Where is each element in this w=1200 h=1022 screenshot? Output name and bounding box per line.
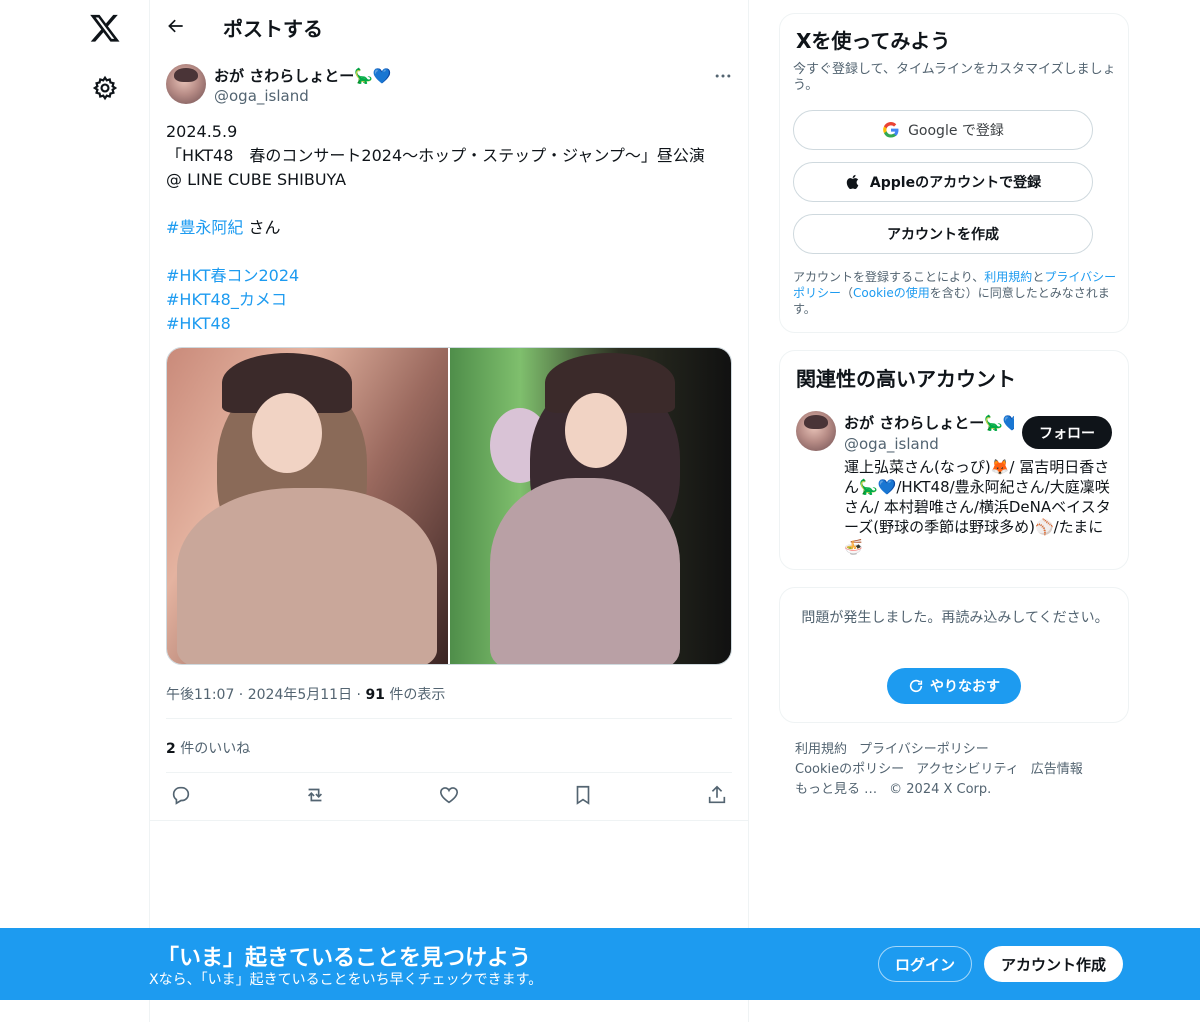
bottom-signup-bar: 「いま」起きていることを見つけよう Xなら、「いま」起きていることをいち早くチェ…: [0, 928, 1200, 1000]
avatar[interactable]: [796, 411, 836, 451]
related-accounts-card: 関連性の高いアカウント おが さわらしょとー🦕💙 @oga_island フォロ…: [779, 350, 1129, 570]
tweet-photo[interactable]: [167, 348, 448, 664]
avatar[interactable]: [166, 64, 206, 104]
bookmark-icon[interactable]: [572, 784, 594, 806]
repost-icon[interactable]: [304, 784, 326, 806]
hashtag-link[interactable]: #HKT48_カメコ: [166, 290, 287, 309]
tweet-media: [166, 347, 732, 665]
hashtag-link[interactable]: #HKT48: [166, 314, 231, 333]
author-handle[interactable]: @oga_island: [214, 87, 309, 105]
related-bio: 運上弘菜さん(なっぴ)🦊/ 冨吉明日香さん🦕💙/HKT48/豊永阿紀さん/大庭凜…: [844, 458, 1111, 556]
hashtag-link[interactable]: #豊永阿紀: [166, 218, 243, 237]
retry-button[interactable]: やりなおす: [887, 668, 1021, 704]
mention-suffix: さん: [243, 218, 281, 237]
likes-label: 件のいいね: [180, 741, 251, 757]
retry-label: やりなおす: [930, 679, 1000, 695]
page-title: ポストする: [223, 17, 323, 41]
tweet-text: 2024.5.9 「HKT48 春のコンサート2024〜ホップ・ステップ・ジャン…: [166, 120, 736, 336]
divider: [150, 820, 748, 821]
refresh-icon: [909, 679, 923, 693]
related-name[interactable]: おが さわらしょとー🦕💙: [844, 412, 1014, 433]
footer-link[interactable]: アクセシビリティ: [916, 762, 1019, 777]
tweet-line: 2024.5.9: [166, 122, 238, 141]
signup-title: Xを使ってみよう: [796, 29, 951, 53]
cookie-link[interactable]: Cookieの使用: [853, 286, 930, 300]
signup-button[interactable]: アカウント作成: [984, 946, 1123, 982]
terms-link[interactable]: 利用規約: [984, 270, 1032, 284]
author-name[interactable]: おが さわらしょとー🦕💙: [214, 65, 392, 86]
error-card: 問題が発生しました。再読み込みしてください。 やりなおす: [779, 587, 1129, 723]
left-nav: [0, 0, 150, 1022]
terms-text: （: [841, 286, 854, 300]
apple-signup-button[interactable]: Appleのアカウントで登録: [793, 162, 1093, 202]
follow-button[interactable]: フォロー: [1022, 416, 1112, 449]
google-signup-label: Google で登録: [908, 123, 1004, 139]
views-count: 91: [365, 687, 385, 703]
create-account-label: アカウントを作成: [887, 227, 999, 243]
footer-link[interactable]: 広告情報: [1031, 762, 1083, 777]
divider: [166, 718, 732, 719]
footer-link[interactable]: もっと見る …: [795, 782, 877, 797]
tweet-actions: [166, 784, 732, 810]
login-button[interactable]: ログイン: [878, 946, 972, 982]
tweet-photo[interactable]: [450, 348, 731, 664]
footer-links: 利用規約 プライバシーポリシー Cookieのポリシー アクセシビリティ 広告情報 も…: [795, 740, 1125, 800]
tweet-line: 「HKT48 春のコンサート2024〜ホップ・ステップ・ジャンプ〜」昼公演: [166, 146, 705, 165]
bottom-bar-subtitle: Xなら、「いま」起きていることをいち早くチェックできます。: [149, 972, 543, 988]
bottom-bar-title: 「いま」起きていることを見つけよう: [157, 946, 532, 971]
back-arrow-icon[interactable]: [166, 16, 186, 36]
tweet-line: @ LINE CUBE SHIBUYA: [166, 170, 347, 189]
footer-link[interactable]: Cookieのポリシー: [795, 762, 904, 777]
reply-icon[interactable]: [170, 784, 192, 806]
hashtag-link[interactable]: #HKT春コン2024: [166, 266, 299, 285]
apple-signup-label: Appleのアカウントで登録: [869, 175, 1042, 191]
main-column: ポストする おが さわらしょとー🦕💙 @oga_island 2024.5.9 …: [149, 0, 749, 1022]
tweet-time[interactable]: 午後11:07: [166, 687, 234, 703]
likes-count-row[interactable]: 2 件のいいね: [166, 738, 250, 758]
google-icon: [883, 122, 899, 138]
footer-link[interactable]: プライバシーポリシー: [859, 742, 989, 757]
terms-text: アカウントを登録することにより、: [793, 270, 985, 284]
like-icon[interactable]: [438, 784, 460, 806]
terms-text: と: [1032, 270, 1045, 284]
apple-icon: [846, 174, 859, 190]
divider: [166, 772, 732, 773]
footer-link[interactable]: 利用規約: [795, 742, 847, 757]
tweet-date[interactable]: 2024年5月11日: [248, 687, 352, 703]
signup-card: Xを使ってみよう 今すぐ登録して、タイムラインをカスタマイズしましょう。 Goo…: [779, 13, 1129, 333]
views-label: 件の表示: [389, 687, 446, 703]
more-icon[interactable]: [713, 66, 733, 86]
x-logo-icon[interactable]: [89, 12, 121, 44]
gear-icon[interactable]: [92, 75, 118, 101]
google-signup-button[interactable]: Google で登録: [793, 110, 1093, 150]
likes-count: 2: [166, 741, 176, 757]
related-title: 関連性の高いアカウント: [796, 367, 1016, 391]
error-message: 問題が発生しました。再読み込みしてください。: [801, 610, 1109, 626]
related-handle[interactable]: @oga_island: [844, 435, 939, 453]
signup-terms: アカウントを登録することにより、利用規約とプライバシーポリシー（Cookieの使…: [793, 269, 1123, 317]
create-account-button[interactable]: アカウントを作成: [793, 214, 1093, 254]
share-icon[interactable]: [706, 784, 728, 806]
signup-subtitle: 今すぐ登録して、タイムラインをカスタマイズしましょう。: [793, 62, 1116, 93]
page-header: ポストする: [150, 0, 748, 53]
tweet-meta: 午後11:07 · 2024年5月11日 · 91 件の表示: [166, 687, 446, 703]
copyright: © 2024 X Corp.: [889, 782, 992, 797]
